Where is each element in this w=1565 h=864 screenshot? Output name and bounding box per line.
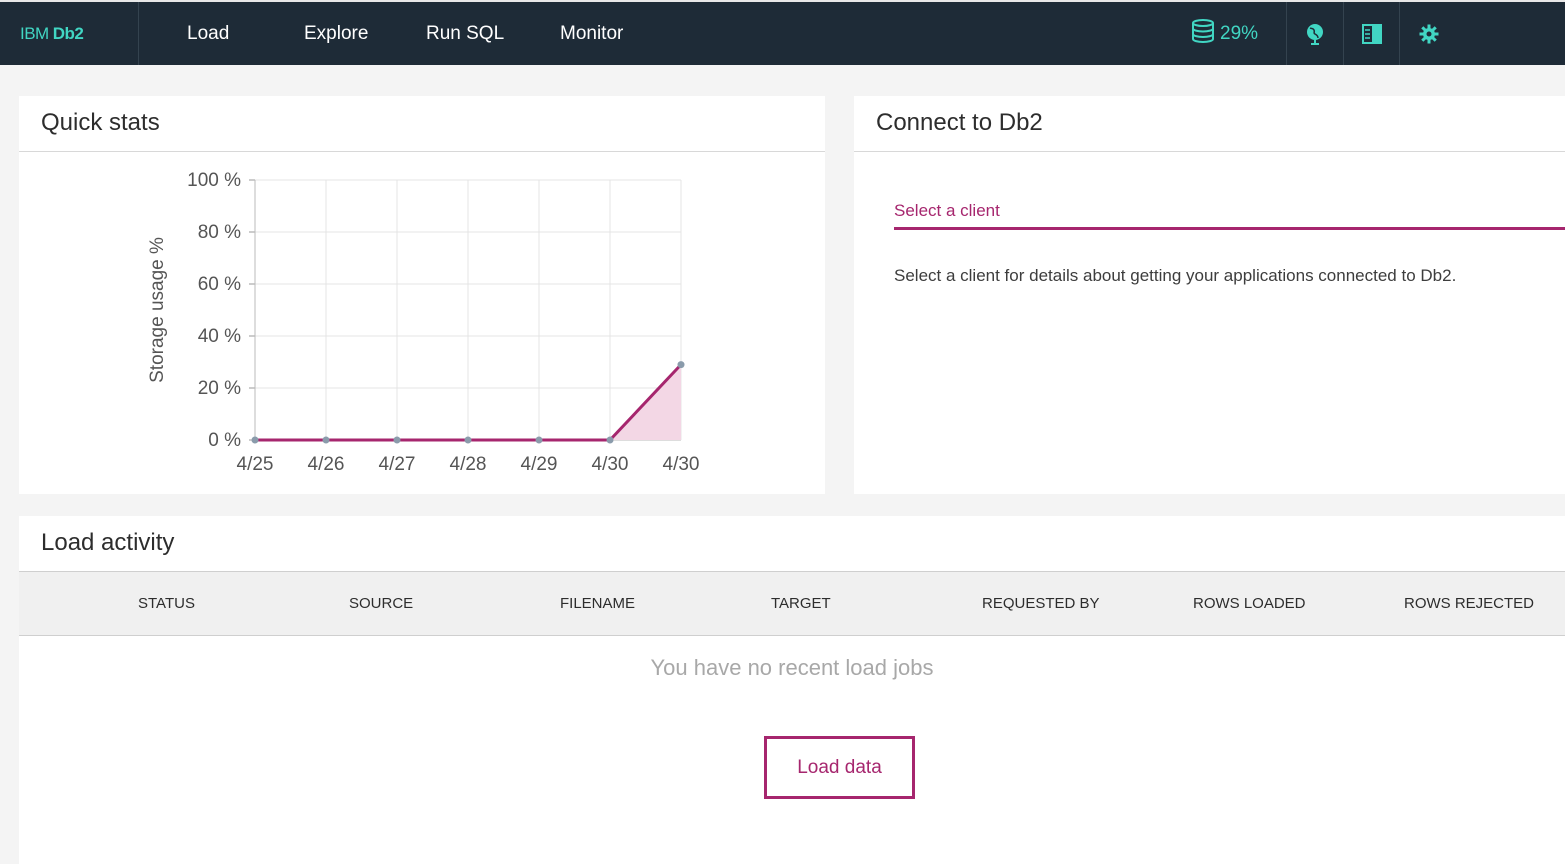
load-data-button[interactable]: Load data xyxy=(764,736,915,799)
load-activity-card: Load activity STATUS SOURCE FILENAME TAR… xyxy=(19,516,1565,864)
x-tick-label: 4/30 xyxy=(663,454,700,475)
data-point xyxy=(251,436,259,444)
col-filename[interactable]: FILENAME xyxy=(560,572,635,635)
database-icon xyxy=(1190,18,1216,50)
data-point xyxy=(535,436,543,444)
nav-explore[interactable]: Explore xyxy=(304,2,368,65)
y-tick-label: 0 % xyxy=(208,430,241,451)
brand-logo[interactable]: IBM Db2 xyxy=(0,2,139,65)
data-point xyxy=(606,436,614,444)
col-source[interactable]: SOURCE xyxy=(349,572,413,635)
col-status[interactable]: STATUS xyxy=(138,572,195,635)
y-tick-label: 20 % xyxy=(198,378,241,399)
data-point xyxy=(322,436,330,444)
empty-state-message: You have no recent load jobs xyxy=(650,655,934,680)
y-axis-label: Storage usage % xyxy=(147,237,168,383)
storage-indicator[interactable]: 29% xyxy=(1190,2,1258,65)
y-tick-label: 60 % xyxy=(198,274,241,295)
gear-icon[interactable] xyxy=(1401,2,1457,65)
data-point xyxy=(464,436,472,444)
y-tick-label: 40 % xyxy=(198,326,241,347)
load-activity-title: Load activity xyxy=(41,529,175,556)
top-nav-bar: IBM Db2 Load Explore Run SQL Monitor 29% xyxy=(0,0,1565,65)
brand-prefix: IBM xyxy=(20,23,49,43)
data-point xyxy=(677,361,685,369)
y-tick-label: 100 % xyxy=(187,170,241,191)
nav-load[interactable]: Load xyxy=(187,2,229,65)
x-tick-label: 4/30 xyxy=(592,454,629,475)
storage-chart: 100 % 80 % 60 % 40 % 20 % 0 % 4/25 4/26 4/27 4/28… xyxy=(147,170,700,475)
x-tick-label: 4/26 xyxy=(308,454,345,475)
table-header: STATUS SOURCE FILENAME TARGET REQUESTED … xyxy=(19,571,1565,636)
y-tick-label: 80 % xyxy=(198,222,241,243)
nav-run-sql[interactable]: Run SQL xyxy=(426,2,504,65)
nav-monitor[interactable]: Monitor xyxy=(560,2,623,65)
x-tick-label: 4/28 xyxy=(450,454,487,475)
x-tick-label: 4/25 xyxy=(237,454,274,475)
nav-divider xyxy=(1399,2,1400,65)
connect-card: Connect to Db2 Select a client Select a … xyxy=(854,96,1565,494)
x-tick-label: 4/29 xyxy=(521,454,558,475)
brand-name: Db2 xyxy=(52,23,84,43)
globe-icon[interactable] xyxy=(1287,2,1343,65)
col-rows-loaded[interactable]: ROWS LOADED xyxy=(1193,572,1306,635)
connect-description: Select a client for details about gettin… xyxy=(894,266,1457,285)
card-divider xyxy=(854,151,1565,152)
connect-title: Connect to Db2 xyxy=(876,109,1043,136)
col-target[interactable]: TARGET xyxy=(771,572,831,635)
quick-stats-card: Quick stats 100 % 80 % 60 % 40 % 20 % 0 % 4/25… xyxy=(19,96,825,494)
tab-active-underline xyxy=(894,227,1565,230)
storage-value: 29% xyxy=(1220,22,1259,44)
col-requested-by[interactable]: REQUESTED BY xyxy=(982,572,1100,635)
x-tick-label: 4/27 xyxy=(379,454,416,475)
col-rows-rejected[interactable]: ROWS REJECTED xyxy=(1404,572,1534,635)
data-point xyxy=(393,436,401,444)
book-icon[interactable] xyxy=(1344,2,1400,65)
tab-select-client[interactable]: Select a client xyxy=(894,201,1000,221)
